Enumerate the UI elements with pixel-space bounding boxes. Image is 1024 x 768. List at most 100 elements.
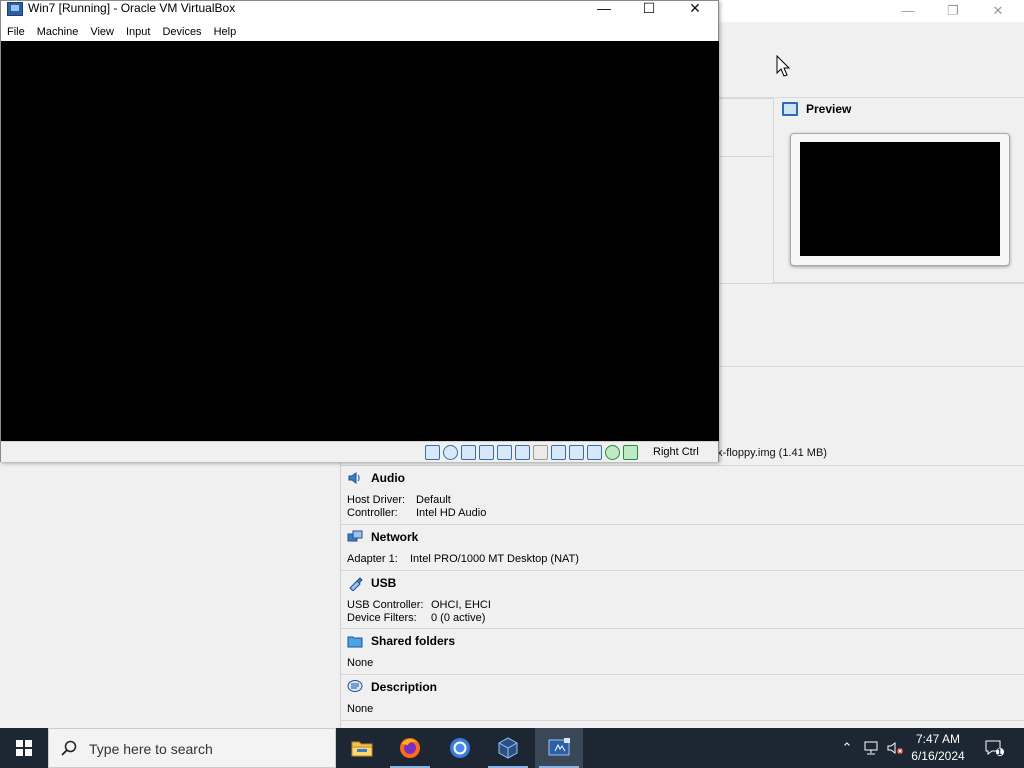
chrome-icon <box>450 738 470 758</box>
keyboard-capture-icon[interactable] <box>623 445 638 460</box>
storage-floppy-entry: ux-floppy.img (1.41 MB) <box>711 447 827 459</box>
folder-icon <box>347 633 363 649</box>
description-row: None <box>347 703 373 715</box>
taskbar-clock[interactable]: 7:47 AM 6/16/2024 <box>905 731 971 765</box>
audio-section: Audio Host Driver: Default Controller: I… <box>340 465 1024 523</box>
divider <box>340 720 1024 721</box>
preview-panel: Preview <box>773 98 1024 283</box>
recording-status-icon[interactable] <box>569 445 584 460</box>
menu-machine[interactable]: Machine <box>31 23 85 41</box>
general-section-fragment <box>718 98 773 156</box>
description-section: Description None <box>340 674 1024 720</box>
network-header[interactable]: Network <box>347 529 418 545</box>
shared-folders-row: None <box>347 657 373 669</box>
clock-time: 7:47 AM <box>915 732 961 746</box>
speech-bubble-icon <box>347 679 363 695</box>
notification-center-button[interactable]: 1 <box>982 728 1006 768</box>
shared-folders-header[interactable]: Shared folders <box>347 633 455 649</box>
vm-window[interactable]: Win7 [Running] - Oracle VM VirtualBox — … <box>0 0 719 462</box>
network-adapter-value: Intel PRO/1000 MT Desktop (NAT) <box>410 553 579 565</box>
audio-row: Host Driver: Default <box>347 494 451 506</box>
taskbar-virtualbox[interactable] <box>484 728 532 768</box>
search-placeholder: Type here to search <box>89 741 213 757</box>
preview-screen <box>800 142 1000 256</box>
audio-header[interactable]: Audio <box>347 470 405 486</box>
manager-close-button[interactable]: ✕ <box>975 2 1021 20</box>
description-value: None <box>347 703 374 715</box>
preview-header: Preview <box>782 102 851 116</box>
file-explorer-icon <box>351 741 373 757</box>
manager-minimize-button[interactable]: — <box>885 2 931 20</box>
vm-display[interactable] <box>1 41 719 441</box>
audio-host-driver-label: Host Driver: <box>347 494 406 506</box>
usb-icon <box>347 575 363 592</box>
vm-minimize-button[interactable]: — <box>581 0 627 17</box>
description-title: Description <box>371 680 438 694</box>
preview-title: Preview <box>806 102 852 116</box>
taskbar-win7-vm[interactable] <box>535 728 583 768</box>
cpu-status-icon[interactable] <box>587 445 602 460</box>
usb-section: USB USB Controller: OHCI, EHCI Device Fi… <box>340 570 1024 628</box>
network-adapter-label: Adapter 1: <box>347 553 398 565</box>
optical-drive-icon[interactable] <box>443 445 458 460</box>
floppy-icon[interactable] <box>461 445 476 460</box>
virtualbox-icon <box>498 737 518 759</box>
system-section-fragment <box>718 156 773 283</box>
menu-file[interactable]: File <box>1 23 31 41</box>
shared-folders-title: Shared folders <box>371 634 456 648</box>
clock-date: 6/16/2024 <box>911 749 965 763</box>
vm-close-button[interactable]: ✕ <box>672 0 718 17</box>
usb-device-filters-label: Device Filters: <box>347 612 417 624</box>
win7-vm-icon <box>548 738 570 756</box>
menu-help[interactable]: Help <box>208 23 243 41</box>
vm-maximize-button[interactable]: ☐ <box>626 0 672 17</box>
network-row: Adapter 1: Intel PRO/1000 MT Desktop (NA… <box>347 553 579 565</box>
taskbar-firefox[interactable] <box>386 728 434 768</box>
taskbar-chrome[interactable] <box>436 728 484 768</box>
monitor-icon <box>782 102 798 116</box>
network-title: Network <box>371 530 419 544</box>
hard-disk-icon[interactable] <box>425 445 440 460</box>
audio-status-icon[interactable] <box>479 445 494 460</box>
mouse-integration-icon[interactable] <box>605 445 620 460</box>
vm-window-title: Win7 [Running] - Oracle VM VirtualBox <box>28 1 236 15</box>
start-button[interactable] <box>0 728 48 768</box>
host-key-label: Right Ctrl <box>653 446 699 458</box>
taskbar-search-box[interactable]: Type here to search <box>48 728 336 768</box>
network-status-icon[interactable] <box>497 445 512 460</box>
usb-controller-label: USB Controller: <box>347 599 424 611</box>
description-header[interactable]: Description <box>347 679 437 695</box>
manager-restore-button[interactable]: ❐ <box>930 2 976 20</box>
volume-muted-icon[interactable] <box>884 728 906 768</box>
usb-controller-value: OHCI, EHCI <box>431 599 491 611</box>
display-status-icon[interactable] <box>551 445 566 460</box>
windows-logo-icon <box>16 740 32 756</box>
usb-header[interactable]: USB <box>347 575 397 592</box>
usb-row: Device Filters: 0 (0 active) <box>347 612 485 624</box>
taskbar: Type here to search ⌃ 7:47 AM 6/16/2024 … <box>0 728 1024 768</box>
network-section: Network Adapter 1: Intel PRO/1000 MT Des… <box>340 524 1024 570</box>
audio-icon <box>347 470 363 486</box>
usb-title: USB <box>371 576 397 590</box>
usb-device-filters-value: 0 (0 active) <box>431 612 486 624</box>
show-hidden-icons-chevron-up-icon[interactable]: ⌃ <box>838 728 856 768</box>
virtualbox-vm-icon <box>7 2 23 16</box>
menu-view[interactable]: View <box>84 23 120 41</box>
firefox-icon <box>400 738 420 758</box>
usb-row: USB Controller: OHCI, EHCI <box>347 599 491 611</box>
divider <box>718 366 1024 367</box>
notification-count-badge: 1 <box>997 747 1003 757</box>
network-tray-icon[interactable] <box>860 728 882 768</box>
audio-controller-label: Controller: <box>347 507 398 519</box>
taskbar-file-explorer[interactable] <box>338 728 386 768</box>
vm-menubar: File Machine View Input Devices Help <box>1 23 718 41</box>
usb-status-icon[interactable] <box>515 445 530 460</box>
menu-devices[interactable]: Devices <box>156 23 207 41</box>
menu-input[interactable]: Input <box>120 23 156 41</box>
preview-thumbnail <box>790 133 1010 266</box>
vm-titlebar[interactable]: Win7 [Running] - Oracle VM VirtualBox — … <box>1 0 718 21</box>
network-icon <box>347 529 363 545</box>
audio-host-driver-value: Default <box>416 494 451 506</box>
shared-folders-status-icon[interactable] <box>533 445 548 460</box>
vm-status-bar: Right Ctrl <box>1 441 718 462</box>
